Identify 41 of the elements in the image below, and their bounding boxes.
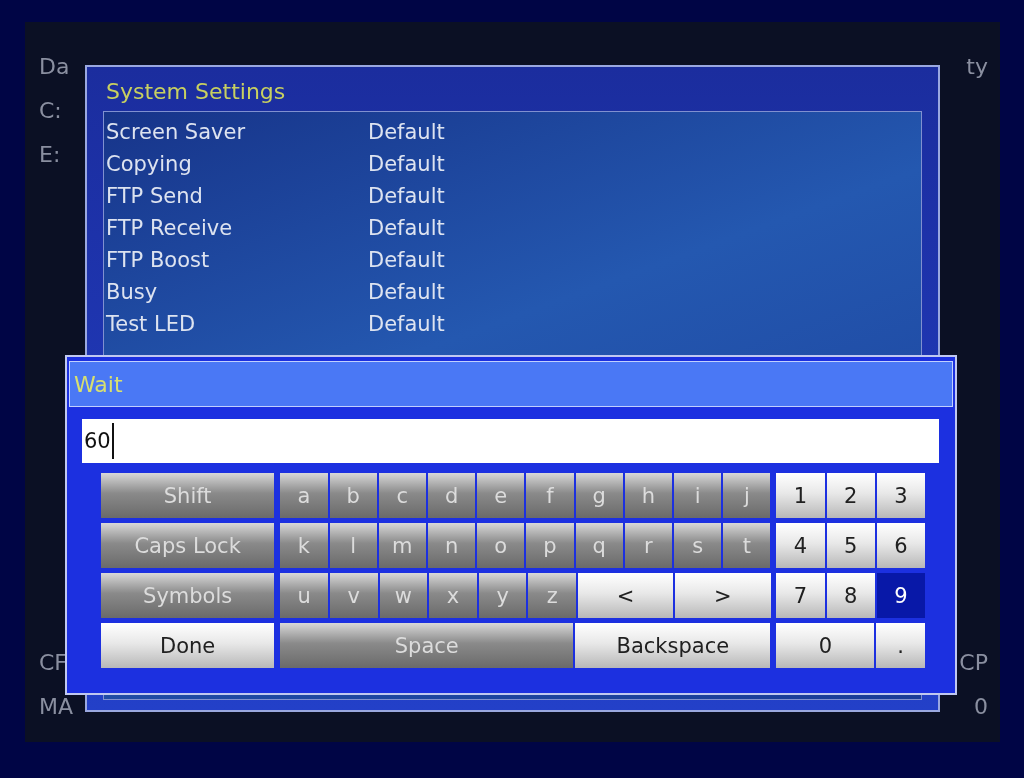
setting-value: Default (368, 120, 446, 144)
key[interactable]: 3 (876, 473, 925, 518)
key[interactable]: Backspace (575, 623, 771, 668)
background-text: C: (39, 97, 62, 125)
key[interactable]: 6 (876, 523, 925, 568)
key[interactable]: 4 (776, 523, 825, 568)
setting-value: Default (368, 152, 446, 176)
background-text: 0 (974, 693, 988, 721)
setting-value: Default (368, 312, 446, 336)
background-text: E: (39, 141, 61, 169)
dialog-title: Wait (69, 361, 953, 407)
key[interactable]: 0 (776, 623, 875, 668)
key[interactable]: Done (101, 623, 275, 668)
input-field[interactable]: 60 (82, 419, 939, 463)
key[interactable]: 8 (826, 573, 875, 618)
key[interactable]: 2 (826, 473, 875, 518)
key[interactable]: 1 (776, 473, 825, 518)
setting-name[interactable]: Copying (106, 152, 368, 176)
background-text: CF (39, 649, 67, 677)
setting-value: Default (368, 248, 446, 272)
setting-name[interactable]: Screen Saver (106, 120, 368, 144)
setting-name[interactable]: FTP Boost (106, 248, 368, 272)
key[interactable]: . (876, 623, 925, 668)
background-text: Da (39, 53, 70, 81)
text-caret (111, 423, 114, 459)
background-text: CP (959, 649, 988, 677)
setting-name[interactable]: FTP Receive (106, 216, 368, 240)
setting-name[interactable]: Busy (106, 280, 368, 304)
key[interactable]: 5 (826, 523, 875, 568)
background-text: MA (39, 693, 74, 721)
setting-name[interactable]: Test LED (106, 312, 368, 336)
key[interactable]: 9 (876, 573, 925, 618)
setting-value: Default (368, 184, 446, 208)
setting-value: Default (368, 280, 446, 304)
key[interactable]: > (675, 573, 771, 618)
key[interactable]: < (578, 573, 674, 618)
key[interactable]: 7 (776, 573, 825, 618)
background-text: ty (966, 53, 988, 81)
setting-value: Default (368, 216, 446, 240)
setting-name[interactable]: FTP Send (106, 184, 368, 208)
dialog-title: System Settings (105, 78, 287, 106)
